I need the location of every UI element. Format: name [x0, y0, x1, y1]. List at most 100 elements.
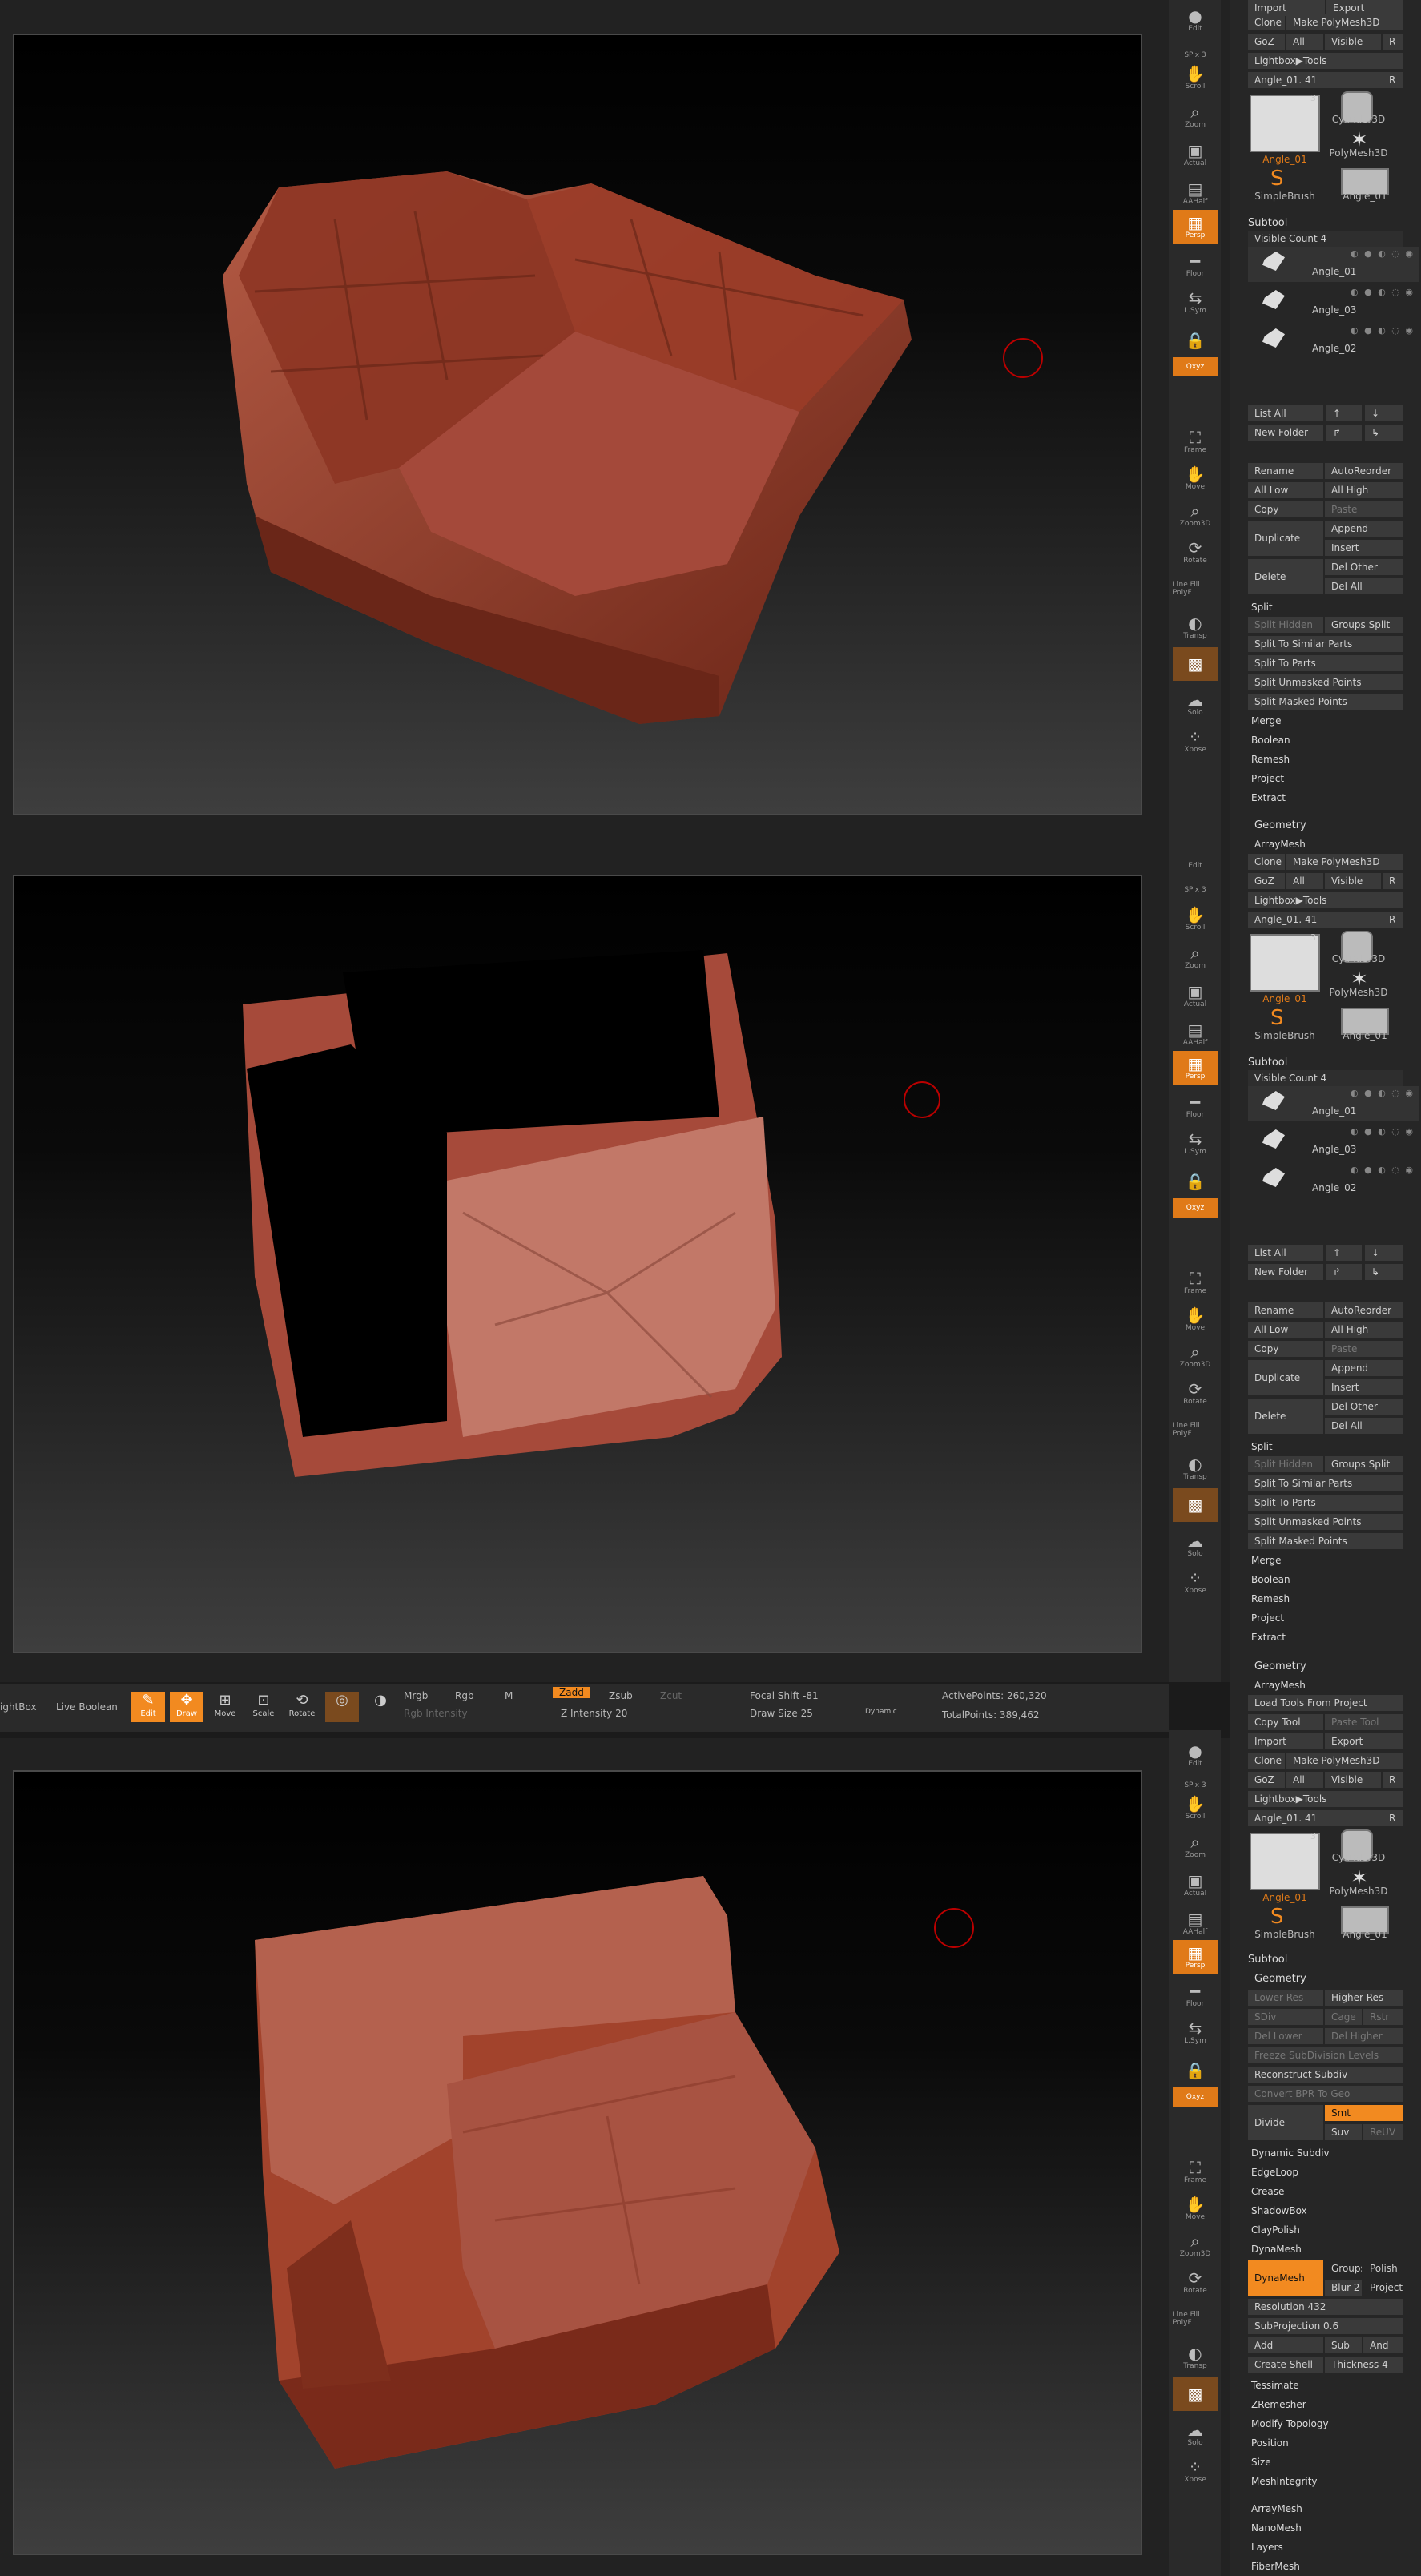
subtool-item[interactable]: ◐ ● ◐ ◌ ◉ Angle_03	[1248, 1125, 1419, 1160]
subtool-toggles[interactable]: ◐ ● ◐ ◌ ◉	[1351, 1165, 1415, 1175]
split-parts-button[interactable]: Split To Parts	[1248, 1495, 1403, 1511]
material-button[interactable]: ▩	[1173, 2377, 1218, 2411]
subtool-toggles[interactable]: ◐ ● ◐ ◌ ◉	[1351, 287, 1415, 297]
del-all-button[interactable]: Del All	[1325, 578, 1403, 594]
texture-swatch[interactable]: ◑	[364, 1692, 397, 1722]
all-high-button[interactable]: All High	[1325, 482, 1403, 498]
copy-button[interactable]: Copy	[1248, 1341, 1323, 1357]
subtool-item[interactable]: ◐ ● ◐ ◌ ◉ Angle_03	[1248, 285, 1419, 320]
split-similar-button[interactable]: Split To Similar Parts	[1248, 1475, 1403, 1491]
scale-mode-button[interactable]: ⊡ Scale	[247, 1692, 280, 1722]
arraymesh-header[interactable]: ArrayMesh	[1254, 836, 1306, 852]
autoreorder-button[interactable]: AutoReorder	[1325, 463, 1403, 479]
rotate-mode-button[interactable]: ⟲ Rotate	[285, 1692, 319, 1722]
groups-split-button[interactable]: Groups Split	[1325, 617, 1403, 633]
goz-visible-button[interactable]: Visible	[1325, 873, 1381, 889]
rotate-button[interactable]: ⟳ Rotate	[1173, 1376, 1218, 1410]
insert-button[interactable]: Insert	[1325, 540, 1403, 556]
clone-button[interactable]: Clone	[1248, 14, 1285, 30]
resolution-slider[interactable]: Resolution 432	[1248, 2299, 1403, 2315]
subtool-header[interactable]: Subtool	[1248, 1951, 1287, 1969]
simplebrush-icon[interactable]: S	[1270, 1905, 1284, 1929]
autoreorder-button[interactable]: AutoReorder	[1325, 1302, 1403, 1318]
floor-button[interactable]: ━ Floor	[1173, 1978, 1218, 2012]
extract-header[interactable]: Extract	[1251, 1629, 1286, 1645]
del-other-button[interactable]: Del Other	[1325, 559, 1403, 575]
zsub-button[interactable]: Zsub	[609, 1690, 633, 1701]
lightbox-button[interactable]: ightBox	[0, 1701, 37, 1713]
delete-button[interactable]: Delete	[1248, 559, 1323, 594]
paste-tool-button[interactable]: Paste Tool	[1325, 1714, 1403, 1730]
sdiv-slider[interactable]: SDiv	[1248, 2009, 1323, 2025]
rgb-button[interactable]: Rgb	[455, 1690, 474, 1701]
dynamic-button[interactable]: Dynamic	[865, 1708, 897, 1716]
goz-r-button[interactable]: R	[1383, 1772, 1403, 1788]
rename-button[interactable]: Rename	[1248, 1302, 1323, 1318]
append-button[interactable]: Append	[1325, 1360, 1403, 1376]
transp-button[interactable]: ◐ Transp	[1173, 610, 1218, 644]
lightbox-tools-button[interactable]: Lightbox▶Tools	[1248, 53, 1403, 69]
persp-button[interactable]: ▦ Persp	[1173, 210, 1218, 244]
qxyz-button[interactable]: Qxyz	[1173, 1198, 1218, 1218]
copy-button[interactable]: Copy	[1248, 501, 1323, 517]
nanomesh-header[interactable]: NanoMesh	[1251, 2520, 1302, 2536]
tool-thumb-angle01[interactable]	[1250, 934, 1320, 992]
mrgb-button[interactable]: Mrgb	[404, 1690, 428, 1701]
visible-count-slider[interactable]: Visible Count 4	[1248, 1070, 1403, 1086]
load-tools-button[interactable]: Load Tools From Project	[1248, 1695, 1403, 1711]
merge-header[interactable]: Merge	[1251, 1552, 1281, 1568]
lock-button[interactable]: 🔒	[1173, 1165, 1218, 1198]
list-all-button[interactable]: List All	[1248, 405, 1323, 421]
geometry-header[interactable]: Geometry	[1254, 1658, 1306, 1676]
meshintegrity-header[interactable]: MeshIntegrity	[1251, 2473, 1318, 2489]
geometry-header[interactable]: Geometry	[1254, 817, 1306, 835]
material-button[interactable]: ▩	[1173, 647, 1218, 681]
goz-visible-button[interactable]: Visible	[1325, 34, 1381, 50]
shadowbox-header[interactable]: ShadowBox	[1251, 2203, 1307, 2219]
insert-button[interactable]: Insert	[1325, 1379, 1403, 1395]
split-masked-button[interactable]: Split Masked Points	[1248, 1533, 1403, 1549]
all-high-button[interactable]: All High	[1325, 1322, 1403, 1338]
fibermesh-header[interactable]: FiberMesh	[1251, 2558, 1300, 2574]
dynamic-subdiv-header[interactable]: Dynamic Subdiv	[1251, 2145, 1330, 2161]
zremesher-header[interactable]: ZRemesher	[1251, 2397, 1306, 2413]
clone-button[interactable]: Clone	[1248, 854, 1285, 870]
tool-slider[interactable]: Angle_01. 41	[1248, 1810, 1383, 1826]
z-intensity-slider[interactable]: Z Intensity 20	[561, 1708, 627, 1719]
simplebrush-icon[interactable]: S	[1270, 1006, 1284, 1030]
tool-slider-r[interactable]: R	[1383, 1810, 1403, 1826]
make-polymesh-button[interactable]: Make PolyMesh3D	[1286, 14, 1403, 30]
export-button[interactable]: Export	[1326, 0, 1403, 16]
linefill-button[interactable]: Line Fill PolyF	[1173, 1413, 1218, 1447]
solo-button[interactable]: ☁ Solo	[1173, 1528, 1218, 1562]
tool-slider[interactable]: Angle_01. 41	[1248, 72, 1383, 88]
arrow-up-button[interactable]: ↑	[1326, 405, 1362, 421]
zadd-button[interactable]: Zadd	[553, 1687, 590, 1698]
export-button[interactable]: Export	[1325, 1733, 1403, 1749]
folder-arrow2-button[interactable]: ↳	[1365, 1264, 1403, 1280]
qxyz-button[interactable]: Qxyz	[1173, 2087, 1218, 2107]
boolean-header[interactable]: Boolean	[1251, 732, 1290, 748]
transp-button[interactable]: ◐ Transp	[1173, 1451, 1218, 1485]
boolean-header[interactable]: Boolean	[1251, 1572, 1290, 1588]
arrow-down-button[interactable]: ↓	[1365, 405, 1403, 421]
goz-r-button[interactable]: R	[1383, 34, 1403, 50]
remesh-header[interactable]: Remesh	[1251, 1591, 1290, 1607]
dynamesh-header[interactable]: DynaMesh	[1251, 2241, 1302, 2257]
list-all-button[interactable]: List All	[1248, 1245, 1323, 1261]
split-header[interactable]: Split	[1251, 1439, 1273, 1455]
lightbox-tools-button[interactable]: Lightbox▶Tools	[1248, 892, 1403, 908]
visible-count-slider[interactable]: Visible Count 4	[1248, 231, 1403, 247]
goz-all-button[interactable]: All	[1286, 873, 1323, 889]
focal-shift-slider[interactable]: Focal Shift -81	[750, 1690, 819, 1701]
split-header[interactable]: Split	[1251, 599, 1273, 615]
split-hidden-button[interactable]: Split Hidden	[1248, 1456, 1323, 1472]
transp-button[interactable]: ◐ Transp	[1173, 2341, 1218, 2374]
blur-slider[interactable]: Blur 2	[1325, 2280, 1362, 2296]
actual-button[interactable]: ▣ Actual	[1173, 979, 1218, 1012]
import-button[interactable]: Import	[1248, 0, 1325, 16]
rstr-button[interactable]: Rstr	[1363, 2009, 1403, 2025]
suv-toggle[interactable]: Suv	[1325, 2124, 1362, 2140]
zoom3d-button[interactable]: ⌕ Zoom3D	[1173, 1339, 1218, 1373]
cage-button[interactable]: Cage	[1325, 2009, 1362, 2025]
